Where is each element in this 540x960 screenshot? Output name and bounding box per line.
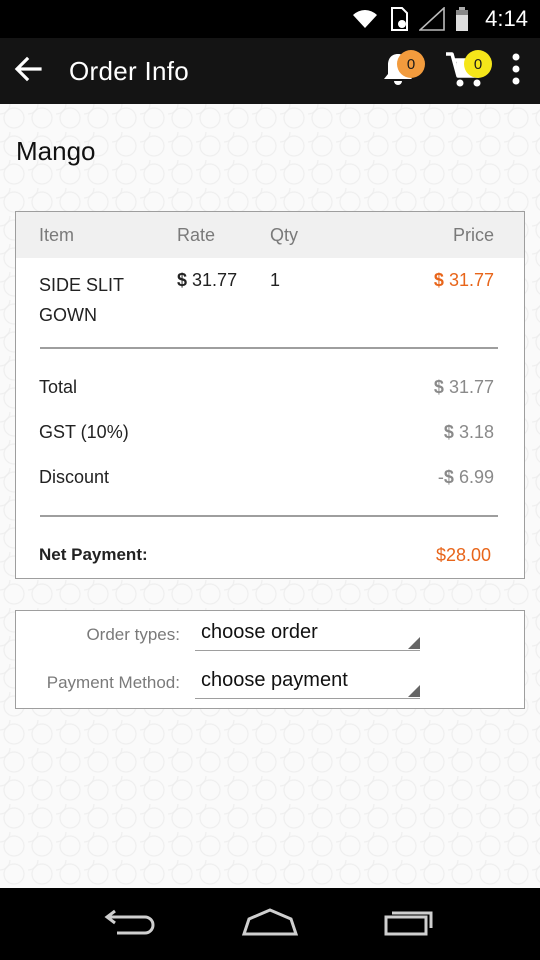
order-types-label: Order types: xyxy=(86,625,180,644)
gst-value: $ 3.18 xyxy=(444,422,494,443)
back-button[interactable] xyxy=(4,47,52,95)
nav-back-button[interactable] xyxy=(90,894,170,954)
total-label: Total xyxy=(39,377,78,397)
total-row: Total $ 31.77 xyxy=(16,377,524,407)
payment-method-select[interactable]: choose payment xyxy=(195,665,420,699)
currency-symbol: $ xyxy=(443,422,454,442)
cart-count-badge: 0 xyxy=(464,50,492,78)
table-header: Item Rate Qty Price xyxy=(16,212,524,258)
currency-symbol: $ xyxy=(177,270,188,290)
nav-home-button[interactable] xyxy=(230,894,310,954)
order-type-value: choose order xyxy=(201,621,318,643)
clock: 4:14 xyxy=(485,6,528,31)
battery-icon xyxy=(455,7,469,31)
cart-button[interactable]: 0 xyxy=(434,41,498,101)
gst-label: GST (10%) xyxy=(39,422,129,442)
payment-method-value: choose payment xyxy=(201,669,348,691)
divider xyxy=(40,347,498,349)
back-arrow-icon xyxy=(14,56,42,87)
overflow-menu-button[interactable] xyxy=(498,41,534,101)
nav-back-icon xyxy=(103,907,157,942)
status-bar: 4:14 xyxy=(0,0,540,38)
discount-amount: 6.99 xyxy=(458,467,494,487)
system-nav-bar xyxy=(0,888,540,960)
item-name-line: GOWN xyxy=(39,305,97,325)
currency-symbol: $ xyxy=(433,270,444,290)
nav-recents-button[interactable] xyxy=(370,894,450,954)
item-qty: 1 xyxy=(270,270,281,290)
currency-symbol: $ xyxy=(433,377,444,397)
order-type-select[interactable]: choose order xyxy=(195,617,420,651)
total-amount: 31.77 xyxy=(448,377,494,397)
total-value: $ 31.77 xyxy=(434,377,494,398)
app-bar: Order Info 0 0 xyxy=(0,38,540,104)
column-header-rate: Rate xyxy=(177,225,216,245)
notifications-button[interactable]: 0 xyxy=(368,41,428,101)
net-payment-row: Net Payment: $28.00 xyxy=(16,545,524,575)
nav-recents-icon xyxy=(383,907,437,942)
divider xyxy=(40,515,498,517)
wifi-icon xyxy=(351,8,379,30)
dropdown-arrow-icon xyxy=(408,685,420,697)
column-header-qty: Qty xyxy=(270,225,299,245)
column-header-item: Item xyxy=(39,225,75,245)
nav-home-icon xyxy=(241,907,299,942)
signal-icon xyxy=(419,7,445,31)
item-name: SIDE SLIT GOWN xyxy=(39,270,124,330)
content-area: Mango Item Rate Qty Price SIDE SLIT GOWN… xyxy=(0,104,540,888)
dropdown-arrow-icon xyxy=(408,637,420,649)
table-row: SIDE SLIT GOWN $ 31.77 1 $ 31.77 xyxy=(16,258,524,348)
item-rate: $ 31.77 xyxy=(177,270,237,290)
discount-label: Discount xyxy=(39,467,110,487)
order-options-card: Order types: choose order Payment Method… xyxy=(15,610,525,709)
payment-method-label: Payment Method: xyxy=(46,673,180,692)
item-price: $ 31.77 xyxy=(434,270,494,290)
gst-amount: 3.18 xyxy=(458,422,494,442)
discount-value: -$ 6.99 xyxy=(438,467,494,488)
net-payment-label: Net Payment: xyxy=(39,545,148,564)
column-header-price: Price xyxy=(452,225,494,245)
order-summary-card: Item Rate Qty Price SIDE SLIT GOWN $ 31.… xyxy=(15,211,525,579)
rate-value: 31.77 xyxy=(192,270,238,290)
price-value: 31.77 xyxy=(448,270,494,290)
currency-symbol: $ xyxy=(443,467,454,487)
discount-row: Discount -$ 6.99 xyxy=(16,467,524,497)
net-payment-value: $28.00 xyxy=(435,545,491,565)
sim-icon xyxy=(389,7,409,31)
page-title: Order Info xyxy=(69,55,190,86)
shop-name: Mango xyxy=(16,136,96,166)
notification-count-badge: 0 xyxy=(397,50,425,78)
gst-row: GST (10%) $ 3.18 xyxy=(16,422,524,452)
more-vert-icon xyxy=(511,53,521,90)
item-name-line: SIDE SLIT xyxy=(39,275,125,295)
